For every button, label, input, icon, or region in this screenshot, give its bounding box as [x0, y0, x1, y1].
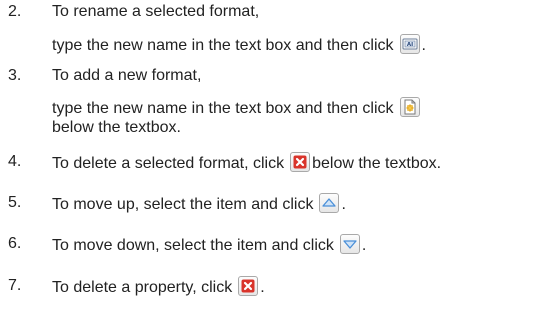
- svg-text:AI: AI: [406, 42, 412, 48]
- step-text: .: [341, 196, 346, 213]
- step-text: To add a new format,: [52, 67, 202, 84]
- step-text: To delete a selected format, click: [52, 155, 285, 172]
- step-number: 6.: [8, 235, 22, 252]
- step-number: 7.: [8, 277, 22, 294]
- move-up-button[interactable]: [319, 193, 340, 213]
- step-number: 5.: [8, 194, 22, 211]
- rename-icon: AI: [402, 38, 418, 50]
- step-number: 4.: [8, 153, 22, 170]
- step-text: type the new name in the text box and th…: [52, 37, 394, 54]
- step-text: type the new name in the text box and th…: [52, 100, 394, 117]
- add-format-icon: [404, 99, 416, 115]
- delete-icon: [293, 155, 307, 169]
- move-down-button[interactable]: [339, 234, 360, 254]
- delete-icon: [241, 279, 255, 293]
- delete-property-button[interactable]: [238, 276, 259, 296]
- move-down-icon: [343, 240, 357, 249]
- delete-format-button[interactable]: [290, 152, 311, 172]
- step-text: To rename a selected format,: [52, 3, 260, 20]
- step-text: below the textbox.: [52, 119, 181, 136]
- step-text: To move down, select the item and click: [52, 237, 334, 254]
- step-text: To delete a property, click: [52, 279, 233, 296]
- move-up-icon: [322, 198, 337, 207]
- step-text: below the textbox.: [312, 155, 442, 172]
- step-text: To move up, select the item and click: [52, 196, 314, 213]
- step-text: .: [260, 279, 265, 296]
- step-number: 2.: [8, 3, 22, 20]
- add-format-button[interactable]: [399, 97, 420, 117]
- rename-button[interactable]: AI: [399, 34, 420, 54]
- step-text: .: [361, 237, 367, 254]
- instructions-page: 2. To rename a selected format, type the…: [0, 0, 550, 318]
- step-number: 3.: [8, 67, 22, 84]
- step-text: .: [421, 37, 426, 54]
